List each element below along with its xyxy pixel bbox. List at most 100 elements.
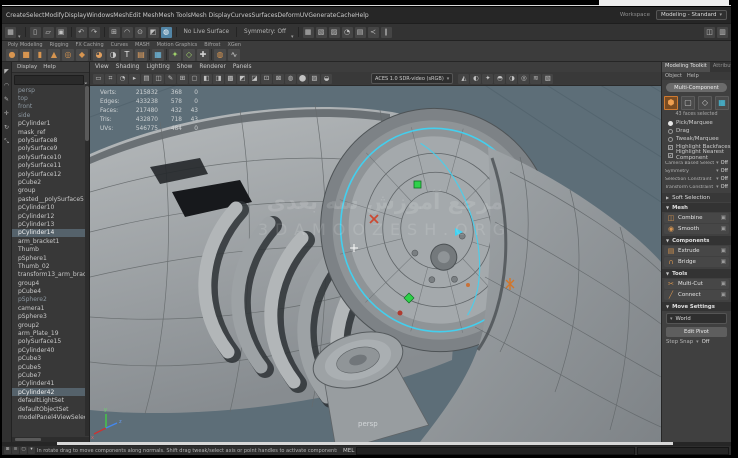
outliner-item[interactable]: side xyxy=(12,111,85,119)
move-settings-header[interactable]: Move Settings xyxy=(662,302,731,311)
scene-selector[interactable]: ▦ xyxy=(5,27,16,38)
help-list-icon[interactable]: ≡ xyxy=(12,447,19,454)
menu-item[interactable]: Display xyxy=(64,12,86,19)
viewport-menu-item[interactable]: Renderer xyxy=(199,64,225,70)
grease-pencil-icon[interactable]: ✎ xyxy=(165,74,176,84)
extrude-row[interactable]: ▤Extrude▣ xyxy=(664,246,729,256)
menu-item[interactable]: Mesh xyxy=(113,12,129,19)
field-chart-icon[interactable]: ▩ xyxy=(225,74,236,84)
outliner-item[interactable]: pCube7 xyxy=(12,371,85,379)
frame-selection-icon[interactable]: ⊠ xyxy=(273,74,284,84)
snap-to-curve-icon[interactable]: ◠ xyxy=(122,27,133,38)
menu-item[interactable]: Mesh Tools xyxy=(158,12,190,19)
paint-effects-icon[interactable]: ≺ xyxy=(368,27,379,38)
menu-item[interactable]: Modify xyxy=(44,12,64,19)
help-grid-icon[interactable]: ⊞ xyxy=(4,447,11,454)
wireframe-icon[interactable]: ◍ xyxy=(285,74,296,84)
poly-cone-icon[interactable]: ▲ xyxy=(48,49,60,61)
outliner-item[interactable]: polySurface9 xyxy=(12,145,85,153)
shelf-tab[interactable]: Motion Graphics xyxy=(157,42,198,48)
anti-aliasing-icon[interactable]: ▧ xyxy=(542,74,553,84)
mel-command-input[interactable] xyxy=(356,447,635,455)
outliner-item[interactable]: pCylinder12 xyxy=(12,212,85,220)
select-camera-icon[interactable]: ▭ xyxy=(93,74,104,84)
constraint-dropdown[interactable]: SymmetryOff xyxy=(662,167,731,175)
new-scene-icon[interactable]: ▯ xyxy=(30,27,41,38)
outliner-vscrollbar[interactable] xyxy=(85,84,89,436)
range-slider[interactable] xyxy=(57,442,673,445)
outliner-item[interactable]: group2 xyxy=(12,321,85,329)
lights-icon[interactable]: ◒ xyxy=(321,74,332,84)
lasso-tool-icon[interactable]: ◠ xyxy=(2,81,11,90)
smooth-row[interactable]: ◉Smooth▣ xyxy=(664,224,729,234)
outliner-item[interactable]: pCube2 xyxy=(12,178,85,186)
render-view-icon[interactable]: ▦ xyxy=(303,27,314,38)
frame-all-icon[interactable]: ⊡ xyxy=(261,74,272,84)
shaded-icon[interactable]: ⬤ xyxy=(297,74,308,84)
poly-cube-icon[interactable]: ■ xyxy=(20,49,32,61)
bind-skin-icon[interactable]: ✚ xyxy=(197,49,209,61)
viewport-menu-item[interactable]: View xyxy=(95,64,109,70)
viewport-menu-item[interactable]: Show xyxy=(177,64,193,70)
menu-item[interactable]: Curves xyxy=(231,12,252,19)
menu-item[interactable]: Windows xyxy=(86,12,113,19)
live-surface-status[interactable]: No Live Surface xyxy=(184,29,230,35)
colorspace-dropdown[interactable]: ACES 1.0 SDR-video (sRGB) xyxy=(371,73,453,84)
exposure-icon[interactable]: ◓ xyxy=(494,74,505,84)
outliner-item[interactable]: modelPanel4ViewSelectedSet xyxy=(12,413,85,421)
type-tool-icon[interactable]: T xyxy=(121,49,133,61)
poly-plane-icon[interactable]: ◆ xyxy=(76,49,88,61)
menu-item[interactable]: Edit Mesh xyxy=(129,12,158,19)
outliner-item[interactable]: pSphere1 xyxy=(12,254,85,262)
outliner-item[interactable]: pCylinder40 xyxy=(12,346,85,354)
uv-editor-icon[interactable]: ▦ xyxy=(152,49,164,61)
outliner-item[interactable]: defaultObjectSet xyxy=(12,405,85,413)
selection-mode-radio[interactable]: Tweak/Marquee xyxy=(662,135,731,143)
curve-tool-icon[interactable]: ∿ xyxy=(228,49,240,61)
outliner-item[interactable]: polySurface11 xyxy=(12,162,85,170)
snap-to-point-icon[interactable]: ⊙ xyxy=(135,27,146,38)
outliner-item[interactable]: pSphere3 xyxy=(12,313,85,321)
shelf-tab[interactable]: XGen xyxy=(227,42,241,48)
combine-row[interactable]: ◫Combine▣ xyxy=(664,213,729,223)
render-frame-icon[interactable]: ▧ xyxy=(316,27,327,38)
outliner-item[interactable]: pCylinder41 xyxy=(12,380,85,388)
highlight-checkbox[interactable]: Highlight Nearest Component xyxy=(662,151,731,159)
film-gate-icon[interactable]: ▢ xyxy=(189,74,200,84)
grid-icon[interactable]: ⊞ xyxy=(177,74,188,84)
open-scene-icon[interactable]: ▱ xyxy=(43,27,54,38)
menu-item[interactable]: Create xyxy=(6,12,26,19)
redo-icon[interactable]: ↷ xyxy=(89,27,100,38)
rotate-tool-icon[interactable]: ↻ xyxy=(2,123,11,132)
xray-joints-icon[interactable]: ✦ xyxy=(482,74,493,84)
sculpt-tool-icon[interactable]: ◕ xyxy=(93,49,105,61)
outliner-item[interactable]: polySurface15 xyxy=(12,338,85,346)
safe-action-icon[interactable]: ◩ xyxy=(237,74,248,84)
make-live-icon[interactable]: ◍ xyxy=(161,27,172,38)
uv-mode-icon[interactable]: ▦ xyxy=(715,96,729,110)
bridge-row[interactable]: ∩Bridge▣ xyxy=(664,257,729,267)
outliner-item[interactable]: group xyxy=(12,187,85,195)
help-caret-icon[interactable]: ▾ xyxy=(28,447,35,454)
snap-to-grid-icon[interactable]: ⊞ xyxy=(109,27,120,38)
viewport-menu-item[interactable]: Shading xyxy=(116,64,140,70)
edge-mode-icon[interactable]: ▢ xyxy=(681,96,695,110)
snap-to-plane-icon[interactable]: ◩ xyxy=(148,27,159,38)
nurbs-sphere-icon[interactable]: ◍ xyxy=(214,49,226,61)
step-snap-row[interactable]: Step Snap Off xyxy=(662,338,731,346)
menu-item[interactable]: Help xyxy=(355,12,369,19)
connect-row[interactable]: ╱Connect▣ xyxy=(664,290,729,300)
undo-icon[interactable]: ↶ xyxy=(76,27,87,38)
selection-mode-radio[interactable]: Drag xyxy=(662,127,731,135)
pause-icon[interactable]: ∥ xyxy=(381,27,392,38)
sidebar-toggle-icon[interactable]: ◫ xyxy=(704,27,715,38)
menu-item[interactable]: Surfaces xyxy=(252,12,278,19)
outliner-item[interactable]: polySurface10 xyxy=(12,153,85,161)
display-layers-icon[interactable]: ▤ xyxy=(355,27,366,38)
outliner-item[interactable]: pSphere2 xyxy=(12,296,85,304)
menu-item[interactable]: Deform xyxy=(278,12,300,19)
safe-title-icon[interactable]: ◪ xyxy=(249,74,260,84)
shelf-tab[interactable]: Curves xyxy=(111,42,128,48)
move-tool-icon[interactable]: ✛ xyxy=(2,109,11,118)
outliner-item[interactable]: polySurface8 xyxy=(12,136,85,144)
